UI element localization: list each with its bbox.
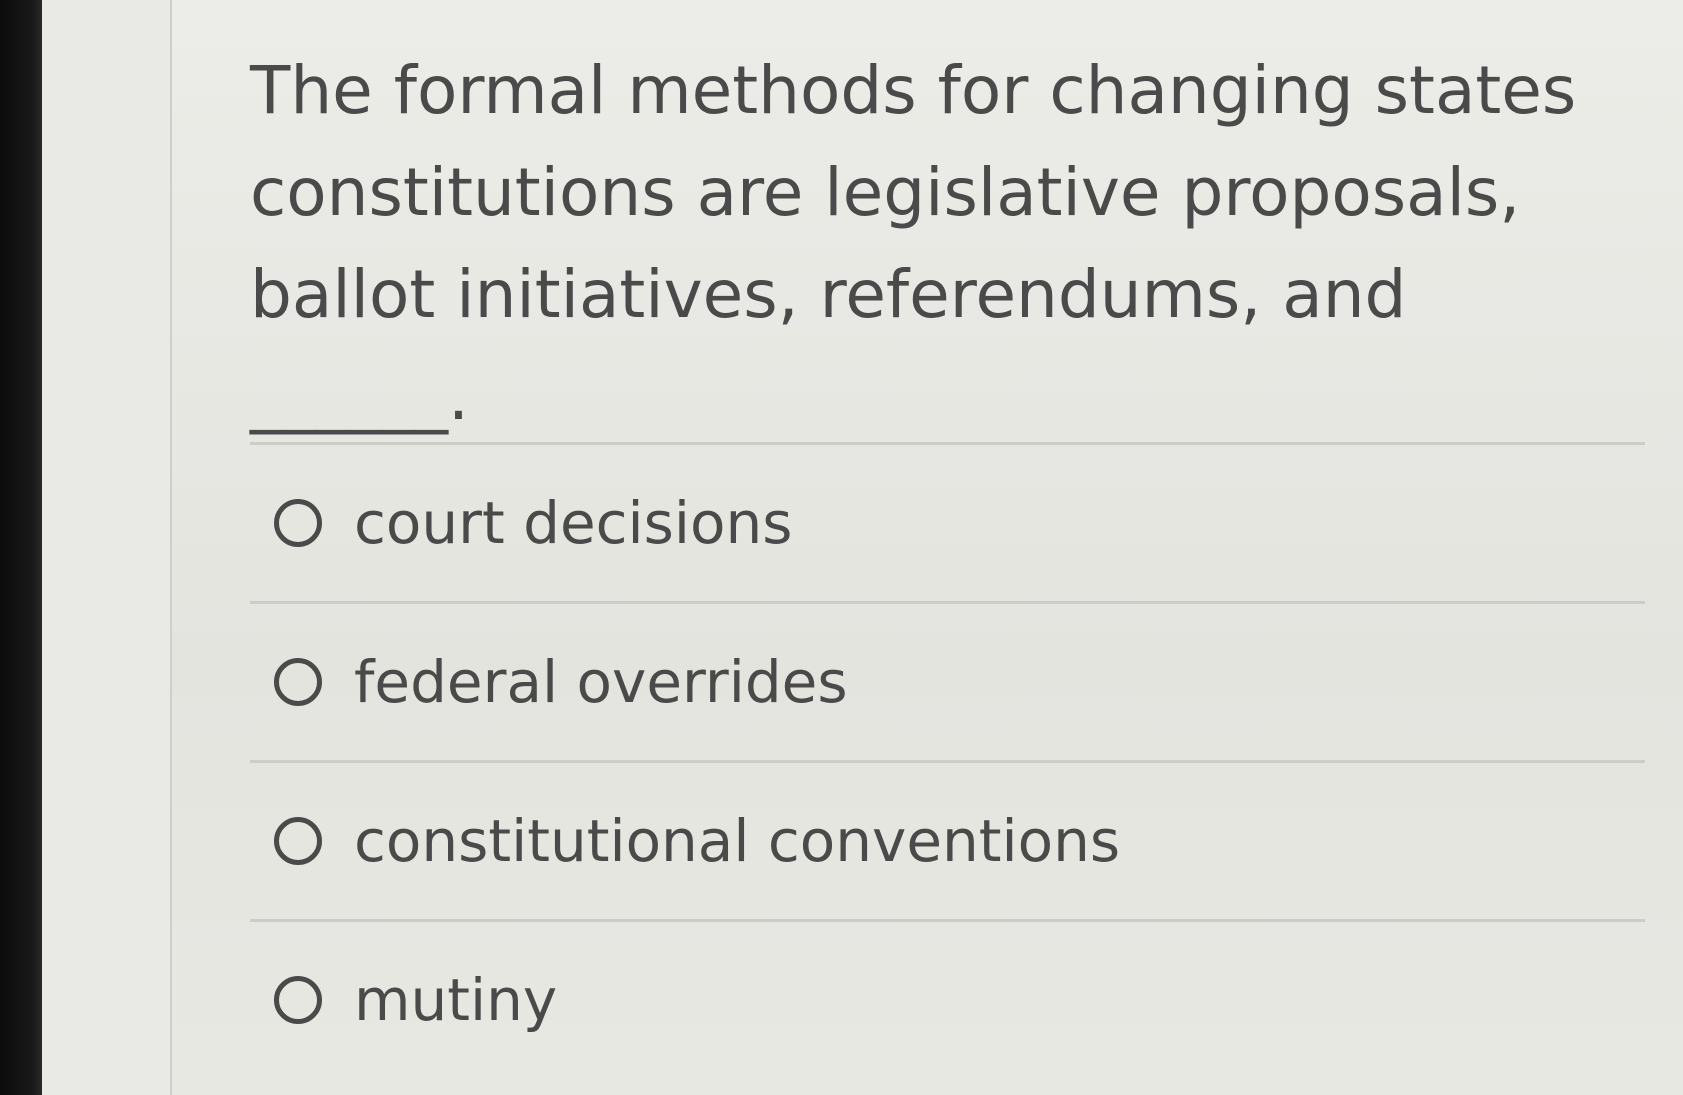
question-text: The formal methods for changing states c…: [250, 52, 1577, 435]
radio-button[interactable]: [274, 658, 322, 706]
answer-option-court-decisions[interactable]: court decisions: [250, 442, 1645, 601]
radio-button[interactable]: [274, 817, 322, 865]
side-panel: [42, 0, 172, 1095]
answer-option-label: federal overrides: [354, 648, 848, 716]
answer-option-label: constitutional conventions: [354, 807, 1121, 875]
answer-option-federal-overrides[interactable]: federal overrides: [250, 601, 1645, 760]
answer-option-mutiny[interactable]: mutiny: [250, 919, 1645, 1078]
quiz-content: The formal methods for changing states c…: [172, 0, 1683, 1095]
answer-options: court decisions federal overrides consti…: [250, 442, 1645, 1078]
screen-bezel: [0, 0, 42, 1095]
radio-button[interactable]: [274, 499, 322, 547]
radio-button[interactable]: [274, 976, 322, 1024]
answer-option-label: court decisions: [354, 489, 793, 557]
answer-option-constitutional-conventions[interactable]: constitutional conventions: [250, 760, 1645, 919]
answer-option-label: mutiny: [354, 966, 558, 1034]
